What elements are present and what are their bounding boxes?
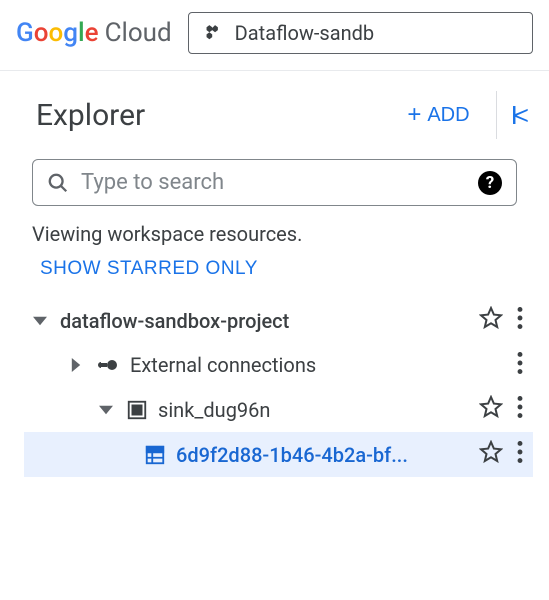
more-icon[interactable] bbox=[513, 352, 527, 379]
explorer-panel: Explorer + ADD I< ? Viewing workspace re… bbox=[0, 70, 549, 477]
more-icon[interactable] bbox=[513, 307, 527, 334]
search-box[interactable]: ? bbox=[32, 159, 517, 206]
search-input[interactable] bbox=[81, 170, 466, 195]
search-container: ? bbox=[0, 159, 549, 222]
chevron-right-icon[interactable] bbox=[66, 358, 86, 372]
add-button[interactable]: + ADD bbox=[395, 93, 481, 137]
show-starred-button[interactable]: SHOW STARRED ONLY bbox=[40, 258, 258, 280]
star-icon[interactable] bbox=[479, 306, 503, 335]
chevron-down-icon[interactable] bbox=[96, 403, 116, 417]
divider bbox=[496, 91, 497, 139]
plus-icon: + bbox=[407, 101, 421, 129]
logo-cloud-text: Cloud bbox=[105, 18, 172, 48]
tree-row-dataset[interactable]: sink_dug96n bbox=[24, 387, 533, 432]
help-icon[interactable]: ? bbox=[478, 171, 502, 195]
gcp-logo: Google Cloud bbox=[16, 18, 172, 48]
explorer-header: Explorer + ADD I< bbox=[0, 71, 549, 159]
tree-label: sink_dug96n bbox=[158, 398, 469, 422]
tree-row-table[interactable]: 6d9f2d88-1b46-4b2a-bf... bbox=[24, 432, 533, 477]
explorer-title: Explorer bbox=[36, 98, 395, 133]
tree-row-project[interactable]: dataflow-sandbox-project bbox=[24, 298, 533, 343]
collapse-panel-button[interactable]: I< bbox=[511, 100, 525, 131]
top-header: Google Cloud Dataflow-sandb bbox=[0, 0, 549, 66]
tree-row-external[interactable]: External connections bbox=[24, 343, 533, 387]
project-name-label: Dataflow-sandb bbox=[235, 21, 375, 45]
table-icon bbox=[144, 444, 166, 466]
more-icon[interactable] bbox=[513, 441, 527, 468]
add-label: ADD bbox=[427, 104, 469, 127]
tree-label: External connections bbox=[130, 353, 503, 377]
dataset-icon bbox=[126, 399, 148, 421]
star-icon[interactable] bbox=[479, 395, 503, 424]
search-icon bbox=[47, 172, 69, 194]
project-selector[interactable]: Dataflow-sandb bbox=[188, 12, 533, 54]
more-icon[interactable] bbox=[513, 396, 527, 423]
external-connection-icon bbox=[96, 353, 120, 377]
chevron-down-icon[interactable] bbox=[30, 314, 50, 328]
tree-label: 6d9f2d88-1b46-4b2a-bf... bbox=[176, 443, 469, 467]
hexagon-icon bbox=[203, 23, 223, 43]
star-icon[interactable] bbox=[479, 440, 503, 469]
resource-tree: dataflow-sandbox-project External connec… bbox=[0, 298, 549, 477]
workspace-info-text: Viewing workspace resources. bbox=[0, 222, 549, 258]
tree-label: dataflow-sandbox-project bbox=[60, 309, 469, 333]
